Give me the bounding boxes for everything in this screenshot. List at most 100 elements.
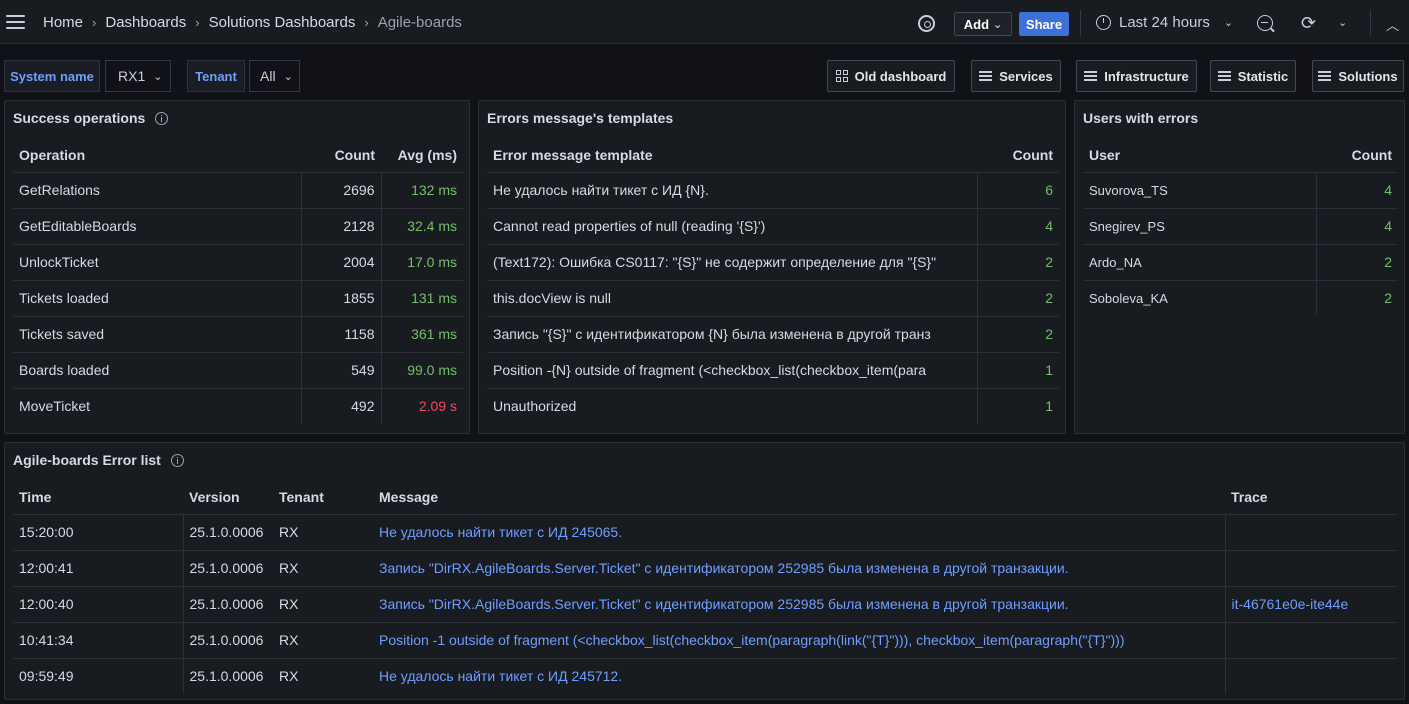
system-name-select[interactable]: RX1 ⌄ bbox=[105, 60, 171, 92]
message-link[interactable]: Не удалось найти тикет с ИД 245712. bbox=[373, 658, 1226, 694]
column-header-message[interactable]: Message bbox=[373, 481, 1225, 515]
error-list-panel: Agile-boards Error list Time Version Ten… bbox=[4, 442, 1405, 700]
column-header-template[interactable]: Error message template bbox=[487, 139, 977, 173]
column-header-operation[interactable]: Operation bbox=[13, 139, 301, 173]
message-link[interactable]: Position -1 outside of fragment (<checkb… bbox=[373, 622, 1226, 659]
template-cell: (Text172): Ошибка CS0117: "{S}" не содер… bbox=[487, 244, 978, 281]
trace-link[interactable]: it-46761e0e-ite44e bbox=[1225, 586, 1398, 623]
refresh-interval-chevron-icon[interactable]: ⌄ bbox=[1338, 16, 1347, 29]
users-with-errors-table: User Count Suvorova_TS 4 Snegirev_PS 4 Ard… bbox=[1083, 139, 1398, 316]
old-dashboard-link[interactable]: Old dashboard bbox=[827, 60, 955, 92]
chevron-up-icon[interactable]: ︿ bbox=[1386, 15, 1399, 34]
count-cell: 2 bbox=[1316, 244, 1398, 281]
time-cell: 12:00:40 bbox=[13, 586, 184, 623]
count-cell: 492 bbox=[301, 388, 382, 424]
tenant-label: Tenant bbox=[187, 60, 245, 92]
divider bbox=[1080, 10, 1081, 36]
gear-icon[interactable] bbox=[918, 15, 935, 32]
count-cell: 4 bbox=[1316, 172, 1398, 209]
solutions-label: Solutions bbox=[1338, 68, 1398, 84]
time-range-label: Last 24 hours bbox=[1119, 14, 1210, 31]
time-cell: 10:41:34 bbox=[13, 622, 184, 659]
time-cell: 12:00:41 bbox=[13, 550, 184, 587]
table-row: Boards loaded 549 99.0 ms bbox=[13, 352, 463, 389]
trace-link[interactable] bbox=[1225, 622, 1398, 659]
trace-link[interactable] bbox=[1225, 658, 1398, 694]
tenant-cell: RX bbox=[273, 622, 373, 659]
table-row: Tickets saved 1158 361 ms bbox=[13, 316, 463, 353]
column-header-user[interactable]: User bbox=[1083, 139, 1316, 173]
info-icon[interactable] bbox=[155, 111, 169, 125]
chevron-down-icon: ⌄ bbox=[153, 70, 163, 83]
table-row: UnlockTicket 2004 17.0 ms bbox=[13, 244, 463, 281]
success-operations-table: Operation Count Avg (ms) GetRelations 269… bbox=[13, 139, 463, 424]
statistic-link[interactable]: Statistic bbox=[1210, 60, 1296, 92]
table-row: Unauthorized 1 bbox=[487, 388, 1059, 424]
time-range-picker[interactable]: Last 24 hours ⌄ bbox=[1096, 14, 1233, 31]
count-cell: 2 bbox=[1384, 290, 1392, 307]
breadcrumb-dashboards[interactable]: Dashboards bbox=[105, 14, 186, 31]
time-cell: 09:59:49 bbox=[13, 658, 184, 694]
count-cell: 549 bbox=[301, 352, 382, 389]
statistic-label: Statistic bbox=[1237, 68, 1289, 84]
share-button[interactable]: Share bbox=[1019, 12, 1069, 36]
list-icon bbox=[1217, 71, 1231, 81]
table-row: Запись "{S}" с идентификатором {N} была … bbox=[487, 316, 1059, 353]
operation-cell: Tickets loaded bbox=[13, 280, 302, 317]
table-row: (Text172): Ошибка CS0117: "{S}" не содер… bbox=[487, 244, 1059, 281]
users-with-errors-panel: Users with errors User Count Suvorova_TS… bbox=[1074, 100, 1405, 434]
table-row: Suvorova_TS 4 bbox=[1083, 172, 1398, 209]
table-row: 09:59:49 25.1.0.0006 RX Не удалось найти… bbox=[13, 658, 1398, 694]
infrastructure-link[interactable]: Infrastructure bbox=[1076, 60, 1197, 92]
panel-title: Success operations bbox=[13, 110, 169, 126]
system-name-value: RX1 bbox=[118, 68, 146, 84]
count-cell: 2696 bbox=[301, 172, 382, 209]
column-header-version[interactable]: Version bbox=[183, 481, 273, 515]
chevron-right-icon: › bbox=[364, 15, 369, 30]
count-cell: 1158 bbox=[301, 316, 382, 353]
error-templates-title: Errors message's templates bbox=[487, 110, 674, 126]
message-link[interactable]: Не удалось найти тикет с ИД 245065. bbox=[373, 514, 1226, 551]
menu-icon[interactable] bbox=[6, 15, 25, 29]
avg-cell: 131 ms bbox=[381, 280, 463, 317]
message-link[interactable]: Запись "DirRX.AgileBoards.Server.Ticket"… bbox=[373, 586, 1226, 623]
zoom-out-icon[interactable] bbox=[1257, 15, 1273, 31]
chevron-down-icon: ⌄ bbox=[283, 70, 293, 83]
chevron-right-icon: › bbox=[92, 15, 97, 30]
refresh-icon[interactable]: ⟳ bbox=[1301, 14, 1316, 32]
user-cell: Suvorova_TS bbox=[1083, 172, 1317, 209]
count-cell: 4 bbox=[1316, 208, 1398, 245]
column-header-count[interactable]: Count bbox=[977, 139, 1059, 173]
count-cell: 1855 bbox=[301, 280, 382, 317]
breadcrumb-solutions-dashboards[interactable]: Solutions Dashboards bbox=[209, 14, 356, 31]
top-nav-bar: Home › Dashboards › Solutions Dashboards… bbox=[0, 0, 1409, 44]
avg-cell: 132 ms bbox=[381, 172, 463, 209]
trace-link[interactable] bbox=[1225, 550, 1398, 587]
column-header-count[interactable]: Count bbox=[1316, 139, 1398, 173]
table-row: GetRelations 2696 132 ms bbox=[13, 172, 463, 209]
column-header-time[interactable]: Time bbox=[13, 481, 183, 515]
column-header-avg[interactable]: Avg (ms) bbox=[381, 139, 463, 173]
tenant-select[interactable]: All ⌄ bbox=[249, 60, 300, 92]
template-cell: Unauthorized bbox=[487, 388, 978, 424]
column-header-trace[interactable]: Trace bbox=[1225, 481, 1398, 515]
user-cell: Soboleva_KA bbox=[1083, 280, 1317, 316]
trace-link[interactable] bbox=[1225, 514, 1398, 551]
solutions-link[interactable]: Solutions bbox=[1312, 60, 1404, 92]
old-dashboard-label: Old dashboard bbox=[854, 68, 947, 84]
divider bbox=[1370, 10, 1371, 36]
info-icon[interactable] bbox=[170, 453, 184, 467]
breadcrumb-home[interactable]: Home bbox=[43, 14, 83, 31]
table-row: 15:20:00 25.1.0.0006 RX Не удалось найти… bbox=[13, 514, 1398, 551]
user-cell: Snegirev_PS bbox=[1083, 208, 1317, 245]
services-link[interactable]: Services bbox=[971, 60, 1061, 92]
column-header-count[interactable]: Count bbox=[301, 139, 381, 173]
operation-cell: UnlockTicket bbox=[13, 244, 302, 281]
count-cell: 2 bbox=[977, 280, 1059, 317]
breadcrumb-current-page: Agile-boards bbox=[377, 14, 462, 31]
add-button[interactable]: Add ⌄ bbox=[954, 12, 1012, 36]
template-cell: this.docView is null bbox=[487, 280, 978, 317]
message-link[interactable]: Запись "DirRX.AgileBoards.Server.Ticket"… bbox=[373, 550, 1226, 587]
column-header-tenant[interactable]: Tenant bbox=[273, 481, 373, 515]
avg-cell: 99.0 ms bbox=[381, 352, 463, 389]
